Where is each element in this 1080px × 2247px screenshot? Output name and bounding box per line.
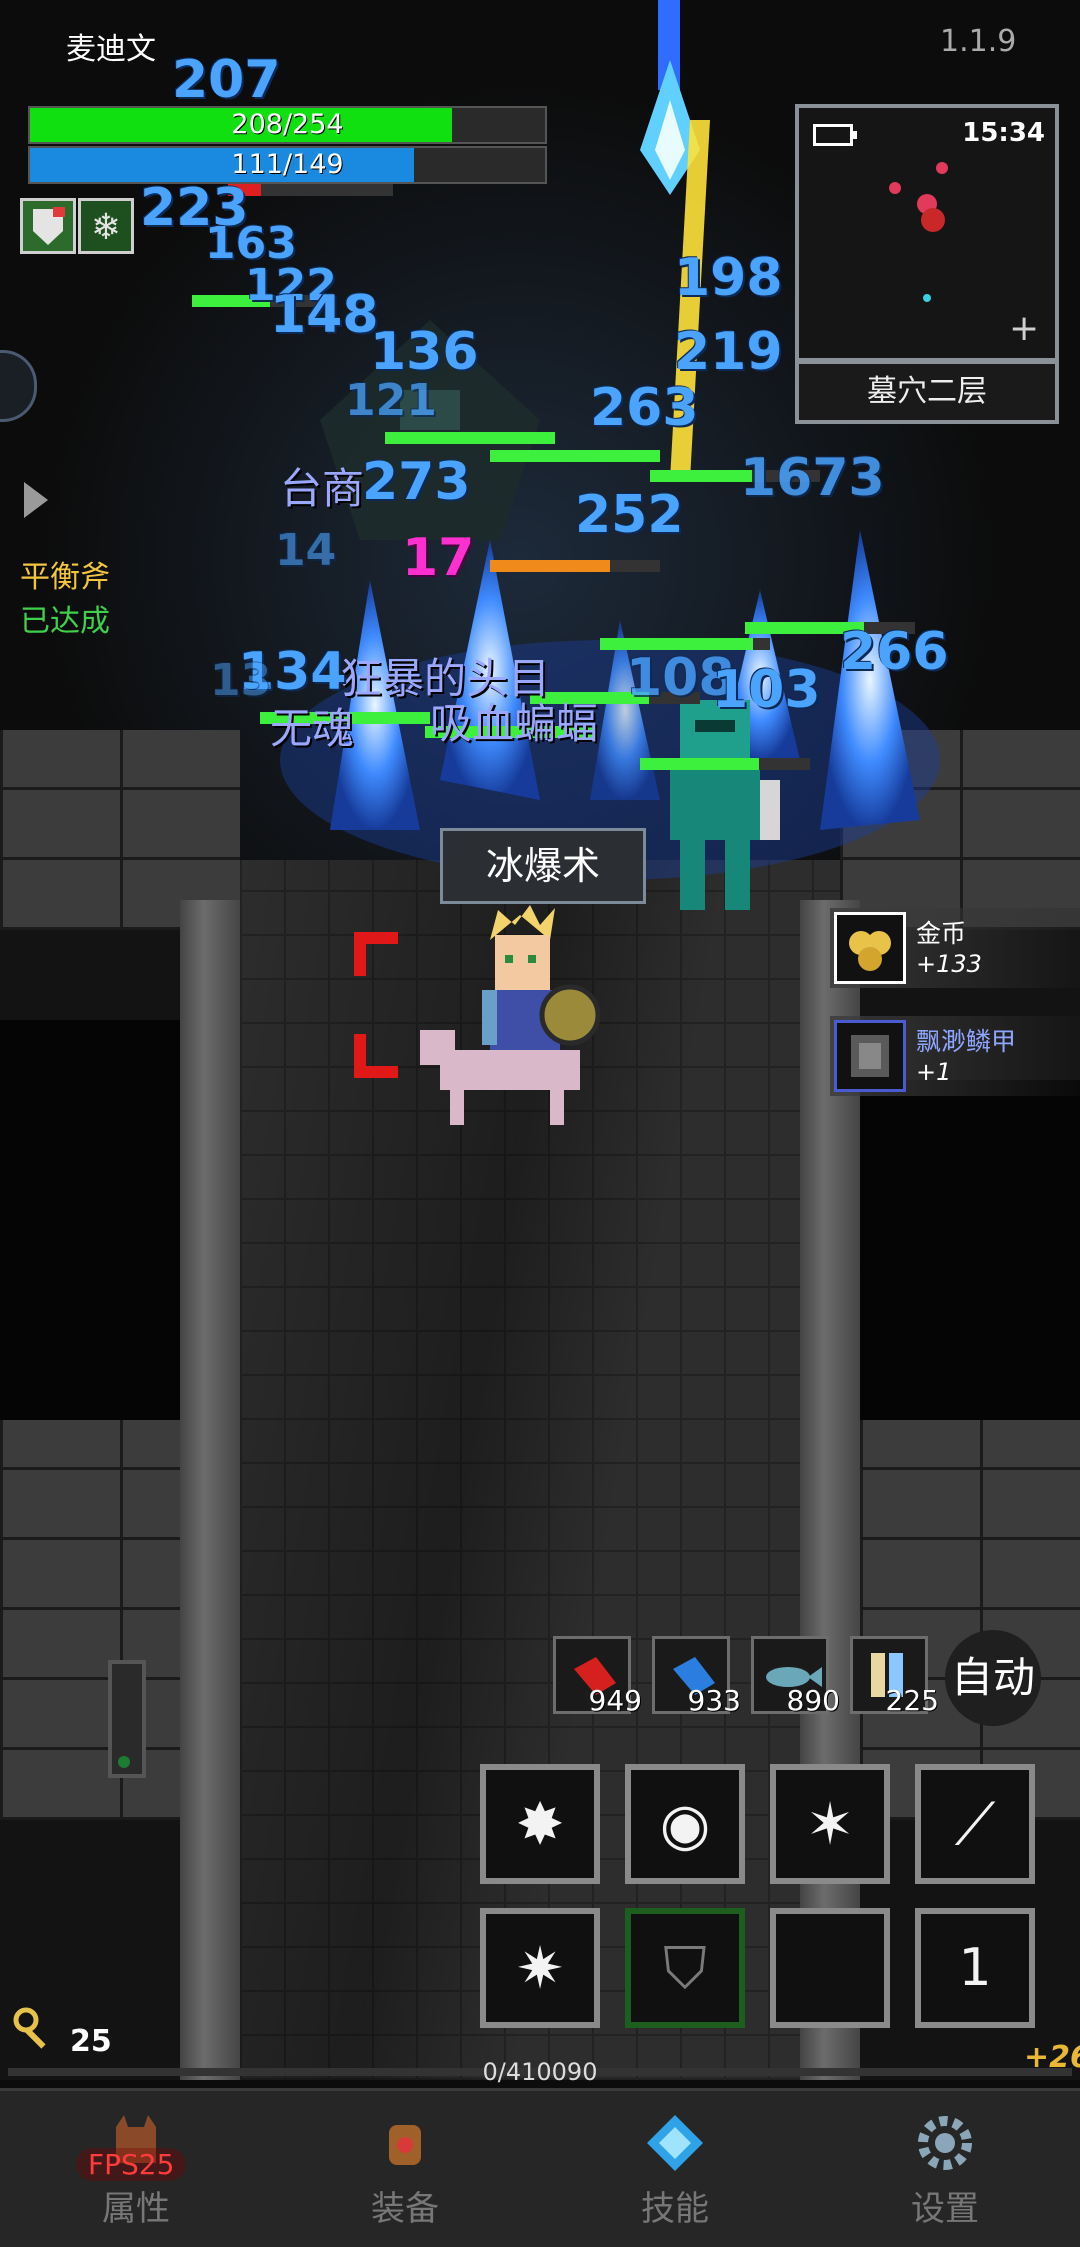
settings-icon — [918, 2116, 972, 2170]
item-count: 890 — [786, 1684, 840, 1717]
target-marker — [354, 1034, 398, 1078]
quest-item-name: 平衡斧 — [20, 560, 110, 595]
quest-status: 已达成 — [20, 604, 110, 639]
item-count: 933 — [687, 1684, 741, 1717]
enemy-hp-bar — [385, 432, 555, 444]
damage-number: 219 — [674, 322, 783, 382]
consumable-slot[interactable]: 949 — [553, 1636, 642, 1717]
equipment-icon — [389, 2125, 421, 2165]
frost-ring-icon: ◉ — [659, 1790, 711, 1858]
enemy-name: 台商 — [280, 464, 365, 513]
tab-label: 设置 — [911, 2189, 979, 2229]
loot-notification: 飘渺鳞甲 +1 — [830, 1016, 1080, 1096]
exp-bonus: +26 — [1024, 2040, 1080, 2075]
enemy-name: 无魂 — [270, 704, 355, 753]
damage-number: 207 — [172, 50, 281, 110]
game-version: 1.1.9 — [940, 24, 1017, 59]
key-icon — [12, 2006, 60, 2054]
zoom-in-icon[interactable]: + — [1009, 308, 1039, 349]
damage-number: 136 — [370, 322, 479, 382]
loot-name: 飘渺鳞甲 — [916, 1027, 1017, 1056]
mp-bar: 111/149 — [28, 146, 547, 184]
fps-counter: FPS25 — [76, 2148, 187, 2181]
enemy-hp-bar — [228, 184, 393, 196]
tab-label: 技能 — [641, 2189, 709, 2229]
damage-number: 273 — [362, 452, 471, 512]
gold-coins-icon — [834, 912, 906, 984]
damage-number: 17 — [402, 528, 475, 588]
map-location-name: 墓穴二层 — [795, 360, 1059, 424]
buff-snowflake-icon[interactable]: ❄ — [78, 198, 134, 254]
ice-spear-skill-button[interactable]: ⟋ — [915, 1764, 1035, 1884]
loot-notification: 金币 +133 — [830, 908, 1080, 988]
frost-ring-skill-button[interactable]: ◉ — [625, 1764, 745, 1884]
ice-shard-skill-button[interactable]: ✶ — [770, 1764, 890, 1884]
loot-amount: +133 — [916, 950, 982, 978]
pillar-left — [180, 900, 240, 2080]
wall-right-lower — [860, 1420, 1080, 1820]
minimap[interactable]: 15:34 + — [795, 104, 1059, 362]
tab-label: 装备 — [371, 2189, 439, 2229]
skill-page-icon: 1 — [958, 1938, 992, 1998]
empty-skill-slot[interactable] — [770, 1908, 890, 2028]
ice-shield-skill-button[interactable]: ⛉ — [625, 1908, 745, 2028]
tab-settings[interactable]: 设置 — [845, 2091, 1045, 2247]
hero-character[interactable] — [420, 900, 620, 1130]
target-marker — [354, 932, 398, 976]
auto-battle-button[interactable]: 自动 — [945, 1630, 1041, 1726]
damage-number: 198 — [674, 248, 783, 308]
ice-shield-icon: ⛉ — [663, 1934, 707, 2002]
tab-equipment[interactable]: 装备 — [305, 2091, 505, 2247]
player-name: 麦迪文 — [66, 32, 156, 67]
hp-bar: 208/254 — [28, 106, 547, 144]
wall-lever — [108, 1660, 146, 1778]
enemy-hp-bar — [490, 560, 660, 572]
enemy-name: 吸血蝙蝠 — [430, 699, 599, 748]
armor-icon — [834, 1020, 906, 1092]
exp-text: 0/410090 — [482, 2058, 598, 2086]
empty-slot — [776, 1914, 884, 2022]
loot-amount: +1 — [916, 1058, 952, 1086]
damage-number: 252 — [575, 485, 684, 545]
mp-text: 111/149 — [231, 149, 344, 180]
tab-skills[interactable]: 技能 — [575, 2091, 775, 2247]
loot-name: 金币 — [916, 919, 967, 948]
dark-room-right — [860, 1080, 1080, 1440]
enemy-green-knight[interactable] — [640, 700, 810, 940]
ice-shard-icon: ✶ — [805, 1790, 855, 1858]
expand-arrow-icon[interactable] — [24, 482, 48, 518]
skills-icon — [647, 2115, 703, 2171]
damage-number: 263 — [590, 378, 699, 438]
dark-room-left — [0, 1020, 180, 1420]
blizzard-icon: ✷ — [515, 1934, 565, 2002]
enemy-hp-bar — [640, 758, 810, 770]
skill-page-button[interactable]: 1 — [915, 1908, 1035, 2028]
damage-number: 1673 — [740, 448, 885, 508]
item-count: 225 — [885, 1684, 939, 1717]
enemy-hp-bar — [490, 450, 660, 462]
ice-burst-skill-button[interactable]: ✸ — [480, 1764, 600, 1884]
hp-text: 208/254 — [231, 109, 344, 140]
damage-number: 266 — [840, 622, 949, 682]
damage-number: 13 — [210, 655, 272, 706]
consumable-slot[interactable]: 225 — [850, 1636, 939, 1717]
item-count: 949 — [588, 1684, 642, 1717]
damage-number: 103 — [712, 660, 821, 720]
damage-number: 14 — [275, 525, 337, 576]
wall-left-lower — [0, 1420, 180, 1820]
consumable-slot[interactable]: 933 — [652, 1636, 741, 1717]
ice-burst-icon: ✸ — [515, 1790, 565, 1858]
buff-shield-icon[interactable] — [20, 198, 76, 254]
svg-text:❄: ❄ — [91, 207, 121, 248]
damage-number: 121 — [345, 375, 437, 426]
key-count: 25 — [70, 2024, 112, 2059]
tab-label: 属性 — [102, 2189, 170, 2229]
ice-spear-icon: ⟋ — [954, 1790, 996, 1858]
damage-number: 148 — [270, 285, 379, 345]
consumable-slot[interactable]: 890 — [751, 1636, 840, 1717]
skill-cast-toast: 冰爆术 — [440, 828, 646, 904]
blizzard-skill-button[interactable]: ✷ — [480, 1908, 600, 2028]
